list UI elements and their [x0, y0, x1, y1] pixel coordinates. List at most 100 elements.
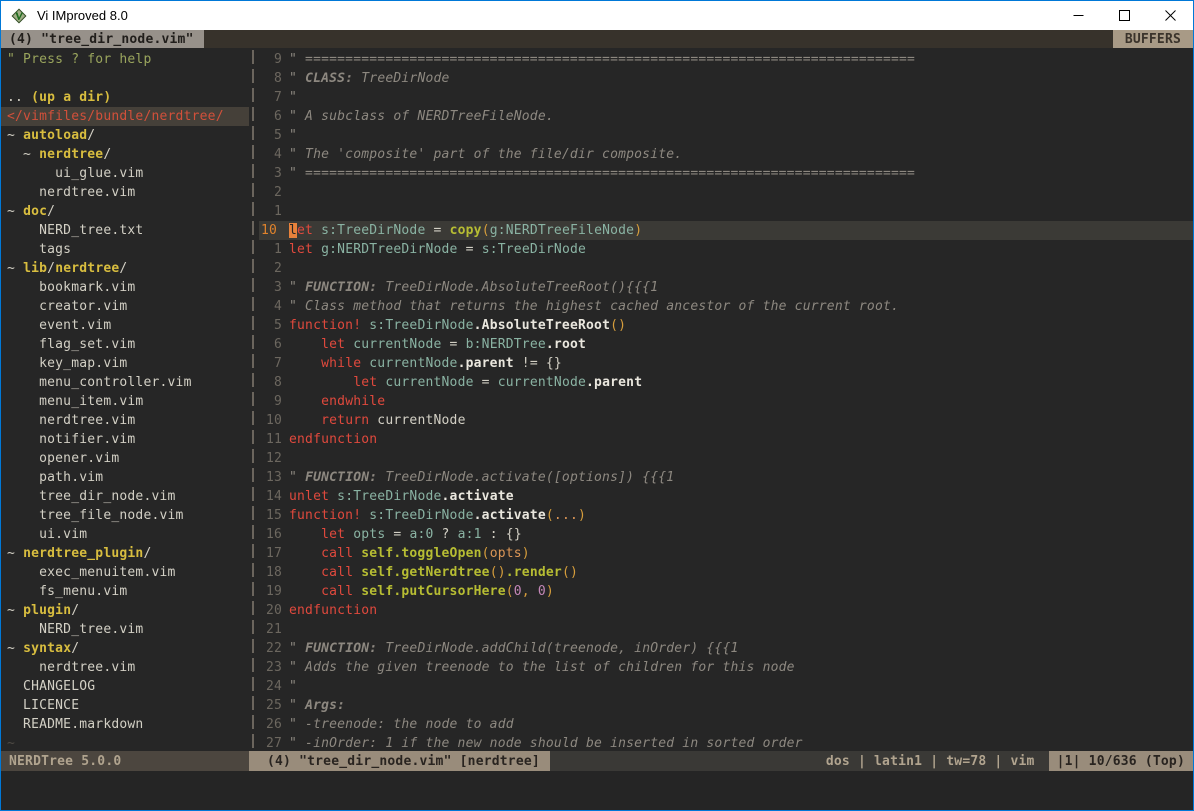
- code-line[interactable]: 10 return currentNode: [259, 411, 1193, 430]
- code-line[interactable]: 23" Adds the given treenode to the list …: [259, 658, 1193, 677]
- line-number: 7: [259, 354, 289, 373]
- tree-row[interactable]: tags: [1, 240, 249, 259]
- code-line[interactable]: 7": [259, 88, 1193, 107]
- code-line[interactable]: 1let g:NERDTreeDirNode = s:TreeDirNode: [259, 240, 1193, 259]
- code-line[interactable]: 6" A subclass of NERDTreeFileNode.: [259, 107, 1193, 126]
- code-line[interactable]: 4" The 'composite' part of the file/dir …: [259, 145, 1193, 164]
- code-line[interactable]: 9" =====================================…: [259, 50, 1193, 69]
- code-line[interactable]: 9 endwhile: [259, 392, 1193, 411]
- tree-row[interactable]: .. (up a dir): [1, 88, 249, 107]
- token-dir: plugin: [23, 603, 71, 618]
- token-id: a:1: [458, 527, 482, 542]
- code-line[interactable]: 24": [259, 677, 1193, 696]
- token-n: 0: [538, 584, 546, 599]
- code-line[interactable]: 22" FUNCTION: TreeDirNode.addChild(treen…: [259, 639, 1193, 658]
- code-line[interactable]: 3" =====================================…: [259, 164, 1193, 183]
- code-line[interactable]: 18 call self.getNerdtree().render(): [259, 563, 1193, 582]
- code-line[interactable]: 19 call self.putCursorHere(0, 0): [259, 582, 1193, 601]
- tree-row[interactable]: NERD_tree.txt: [1, 221, 249, 240]
- token-file: ~: [7, 546, 23, 561]
- code-line[interactable]: 20endfunction: [259, 601, 1193, 620]
- token-id: s:TreeDirNode: [369, 508, 473, 523]
- tree-row[interactable]: opener.vim: [1, 449, 249, 468]
- tree-row[interactable]: fs_menu.vim: [1, 582, 249, 601]
- tree-row[interactable]: menu_controller.vim: [1, 373, 249, 392]
- tree-row[interactable]: ~: [1, 734, 249, 751]
- code-line[interactable]: 25" Args:: [259, 696, 1193, 715]
- tree-row[interactable]: event.vim: [1, 316, 249, 335]
- command-line[interactable]: [1, 771, 1193, 810]
- code-line[interactable]: 15function! s:TreeDirNode.activate(...): [259, 506, 1193, 525]
- code-line[interactable]: 4" Class method that returns the highest…: [259, 297, 1193, 316]
- tree-root-path[interactable]: </vimfiles/bundle/nerdtree/: [1, 107, 249, 126]
- code-line[interactable]: 21: [259, 620, 1193, 639]
- token-file: menu_item.vim: [7, 394, 143, 409]
- tree-row[interactable]: README.markdown: [1, 715, 249, 734]
- token-c: " The 'composite' part of the file/dir c…: [289, 147, 682, 162]
- code-line[interactable]: 5function! s:TreeDirNode.AbsoluteTreeRoo…: [259, 316, 1193, 335]
- code-line[interactable]: 26" -treenode: the node to add: [259, 715, 1193, 734]
- token-a: ...: [554, 508, 578, 523]
- tree-row[interactable]: ~ doc/: [1, 202, 249, 221]
- tree-row[interactable]: ~ syntax/: [1, 639, 249, 658]
- token-c: " A subclass of NERDTreeFileNode.: [289, 109, 554, 124]
- tree-row[interactable]: flag_set.vim: [1, 335, 249, 354]
- tree-row[interactable]: notifier.vim: [1, 430, 249, 449]
- tree-row[interactable]: CHANGELOG: [1, 677, 249, 696]
- tree-row[interactable]: tree_dir_node.vim: [1, 487, 249, 506]
- tree-row[interactable]: ~ lib/nerdtree/: [1, 259, 249, 278]
- close-button[interactable]: [1147, 1, 1193, 30]
- tree-row[interactable]: LICENCE: [1, 696, 249, 715]
- code-line[interactable]: 16 let opts = a:0 ? a:1 : {}: [259, 525, 1193, 544]
- tree-row[interactable]: bookmark.vim: [1, 278, 249, 297]
- token-p: (): [490, 565, 506, 580]
- tree-row[interactable]: " Press ? for help: [1, 50, 249, 69]
- tree-row[interactable]: ~ nerdtree_plugin/: [1, 544, 249, 563]
- code-line[interactable]: 2: [259, 259, 1193, 278]
- tree-row[interactable]: ~ autoload/: [1, 126, 249, 145]
- tree-row[interactable]: key_map.vim: [1, 354, 249, 373]
- tree-row[interactable]: creator.vim: [1, 297, 249, 316]
- token-c: " ======================================…: [289, 166, 915, 181]
- tree-row[interactable]: exec_menuitem.vim: [1, 563, 249, 582]
- code-line[interactable]: 2: [259, 183, 1193, 202]
- token-tilde: ~: [7, 736, 15, 751]
- window-separator[interactable]: [249, 48, 259, 751]
- code-line[interactable]: 13" FUNCTION: TreeDirNode.activate([opti…: [259, 468, 1193, 487]
- tree-row[interactable]: ~ nerdtree/: [1, 145, 249, 164]
- tree-row[interactable]: nerdtree.vim: [1, 183, 249, 202]
- token-file: event.vim: [7, 318, 111, 333]
- tree-row[interactable]: ui.vim: [1, 525, 249, 544]
- tree-row[interactable]: menu_item.vim: [1, 392, 249, 411]
- code-line[interactable]: 8" CLASS: TreeDirNode: [259, 69, 1193, 88]
- token-f: self.getNerdtree: [361, 565, 489, 580]
- tab-tree-dir-node[interactable]: (4) "tree_dir_node.vim": [1, 30, 204, 48]
- code-line[interactable]: 14unlet s:TreeDirNode.activate: [259, 487, 1193, 506]
- token-k: et: [297, 223, 313, 238]
- token-file: nerdtree.vim: [7, 185, 135, 200]
- code-line[interactable]: 12: [259, 449, 1193, 468]
- tree-row[interactable]: [1, 69, 249, 88]
- tree-row[interactable]: NERD_tree.vim: [1, 620, 249, 639]
- code-line[interactable]: 3" FUNCTION: TreeDirNode.AbsoluteTreeRoo…: [259, 278, 1193, 297]
- tree-row[interactable]: path.vim: [1, 468, 249, 487]
- code-line-current[interactable]: 10let s:TreeDirNode = copy(g:NERDTreeFil…: [259, 221, 1193, 240]
- code-line[interactable]: 11endfunction: [259, 430, 1193, 449]
- code-line[interactable]: 27" -inOrder: 1 if the new node should b…: [259, 734, 1193, 751]
- maximize-button[interactable]: [1101, 1, 1147, 30]
- token-id: s:TreeDirNode: [482, 242, 586, 257]
- code-line[interactable]: 1: [259, 202, 1193, 221]
- code-line[interactable]: 8 let currentNode = currentNode.parent: [259, 373, 1193, 392]
- minimize-button[interactable]: [1055, 1, 1101, 30]
- tree-row[interactable]: nerdtree.vim: [1, 411, 249, 430]
- code-line[interactable]: 17 call self.toggleOpen(opts): [259, 544, 1193, 563]
- tree-row[interactable]: tree_file_node.vim: [1, 506, 249, 525]
- code-line[interactable]: 7 while currentNode.parent != {}: [259, 354, 1193, 373]
- tree-row[interactable]: ui_glue.vim: [1, 164, 249, 183]
- token-m: .activate: [474, 508, 546, 523]
- tree-row[interactable]: nerdtree.vim: [1, 658, 249, 677]
- token-file: creator.vim: [7, 299, 127, 314]
- code-line[interactable]: 5": [259, 126, 1193, 145]
- tree-row[interactable]: ~ plugin/: [1, 601, 249, 620]
- code-line[interactable]: 6 let currentNode = b:NERDTree.root: [259, 335, 1193, 354]
